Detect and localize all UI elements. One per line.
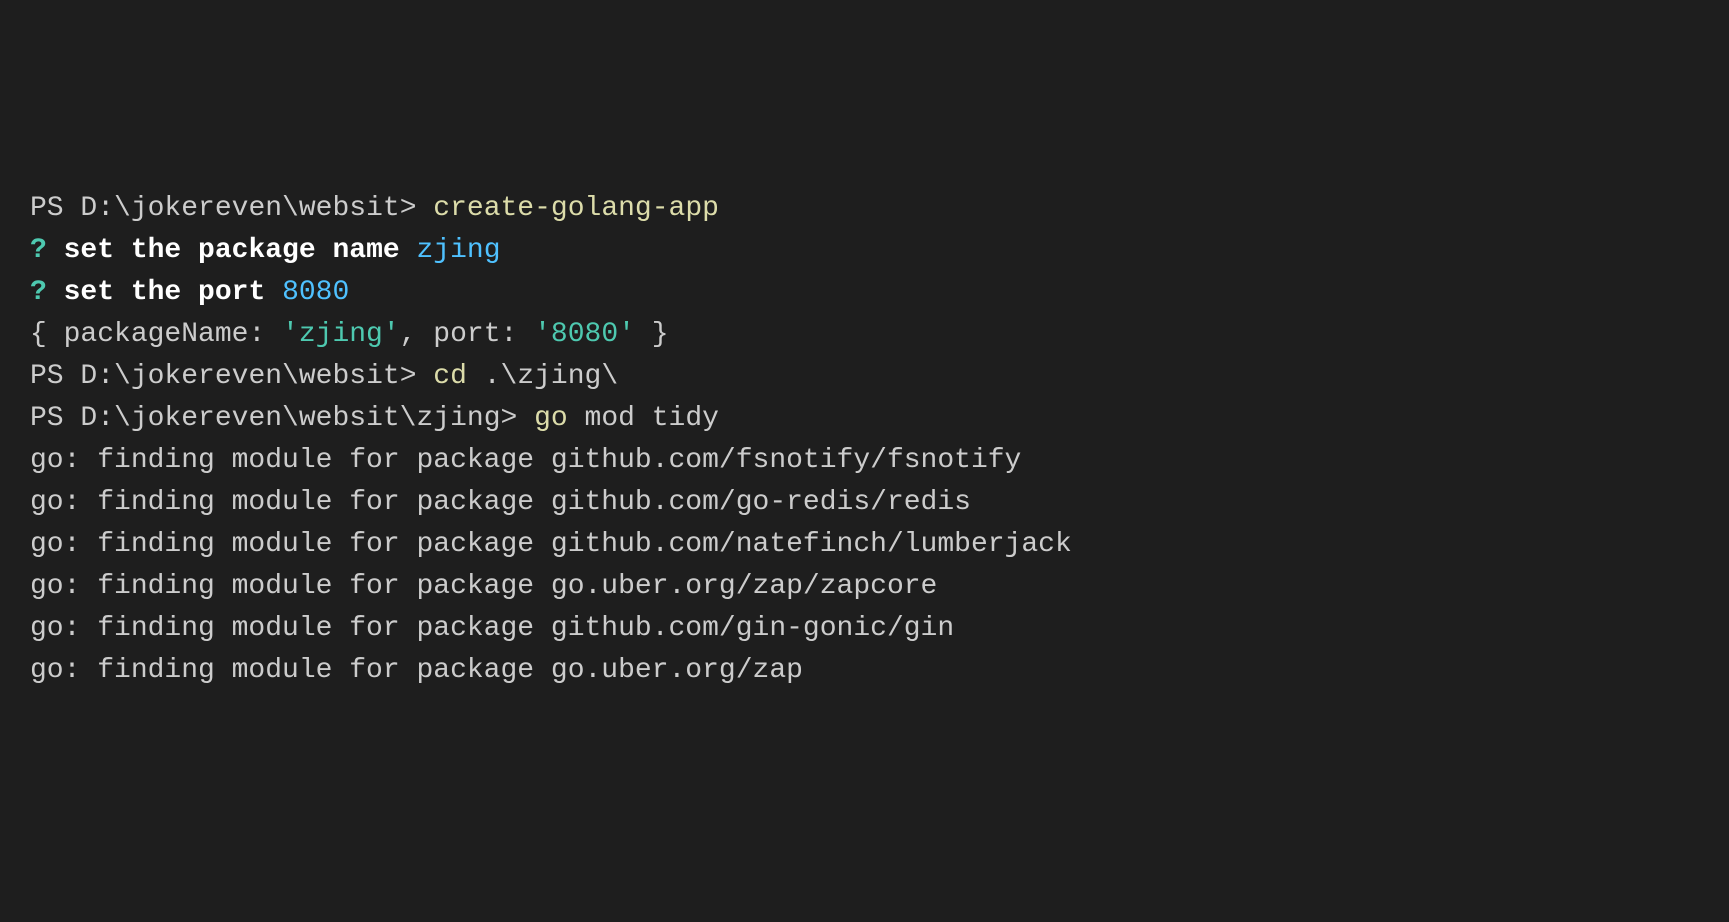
terminal-line-4: { packageName: 'zjing', port: '8080' }	[30, 314, 1699, 356]
command: go	[534, 403, 568, 434]
prompt-path: D:\jokereven\websit	[80, 361, 399, 392]
terminal-line-7: go: finding module for package github.co…	[30, 440, 1699, 482]
terminal-line-12: go: finding module for package go.uber.o…	[30, 650, 1699, 692]
prompt-question: set the port	[47, 277, 282, 308]
object-key: packageName:	[64, 319, 282, 350]
object-open: {	[30, 319, 64, 350]
terminal-line-11: go: finding module for package github.co…	[30, 608, 1699, 650]
ps-prefix: PS	[30, 403, 80, 434]
prompt-path: D:\jokereven\websit\zjing	[80, 403, 500, 434]
question-mark-icon: ?	[30, 235, 47, 266]
object-close: }	[635, 319, 669, 350]
terminal-line-1: PS D:\jokereven\websit> create-golang-ap…	[30, 188, 1699, 230]
prompt-answer: zjing	[416, 235, 500, 266]
object-key: port:	[433, 319, 534, 350]
comma: ,	[400, 319, 434, 350]
terminal-line-2: ? set the package name zjing	[30, 230, 1699, 272]
terminal-line-3: ? set the port 8080	[30, 272, 1699, 314]
command-arg: mod tidy	[568, 403, 719, 434]
prompt-question: set the package name	[47, 235, 417, 266]
command: cd	[433, 361, 467, 392]
terminal-line-5: PS D:\jokereven\websit> cd .\zjing\	[30, 356, 1699, 398]
ps-prefix: PS	[30, 361, 80, 392]
prompt-arrow: >	[400, 193, 434, 224]
prompt-arrow: >	[501, 403, 535, 434]
question-mark-icon: ?	[30, 277, 47, 308]
object-value: '8080'	[534, 319, 635, 350]
terminal-line-10: go: finding module for package go.uber.o…	[30, 566, 1699, 608]
terminal-line-6: PS D:\jokereven\websit\zjing> go mod tid…	[30, 398, 1699, 440]
prompt-path: D:\jokereven\websit	[80, 193, 399, 224]
prompt-arrow: >	[400, 361, 434, 392]
terminal-output[interactable]: PS D:\jokereven\websit> create-golang-ap…	[30, 188, 1699, 692]
command-arg: .\zjing\	[467, 361, 618, 392]
prompt-answer: 8080	[282, 277, 349, 308]
terminal-line-9: go: finding module for package github.co…	[30, 524, 1699, 566]
command: create-golang-app	[433, 193, 719, 224]
terminal-line-8: go: finding module for package github.co…	[30, 482, 1699, 524]
ps-prefix: PS	[30, 193, 80, 224]
object-value: 'zjing'	[282, 319, 400, 350]
